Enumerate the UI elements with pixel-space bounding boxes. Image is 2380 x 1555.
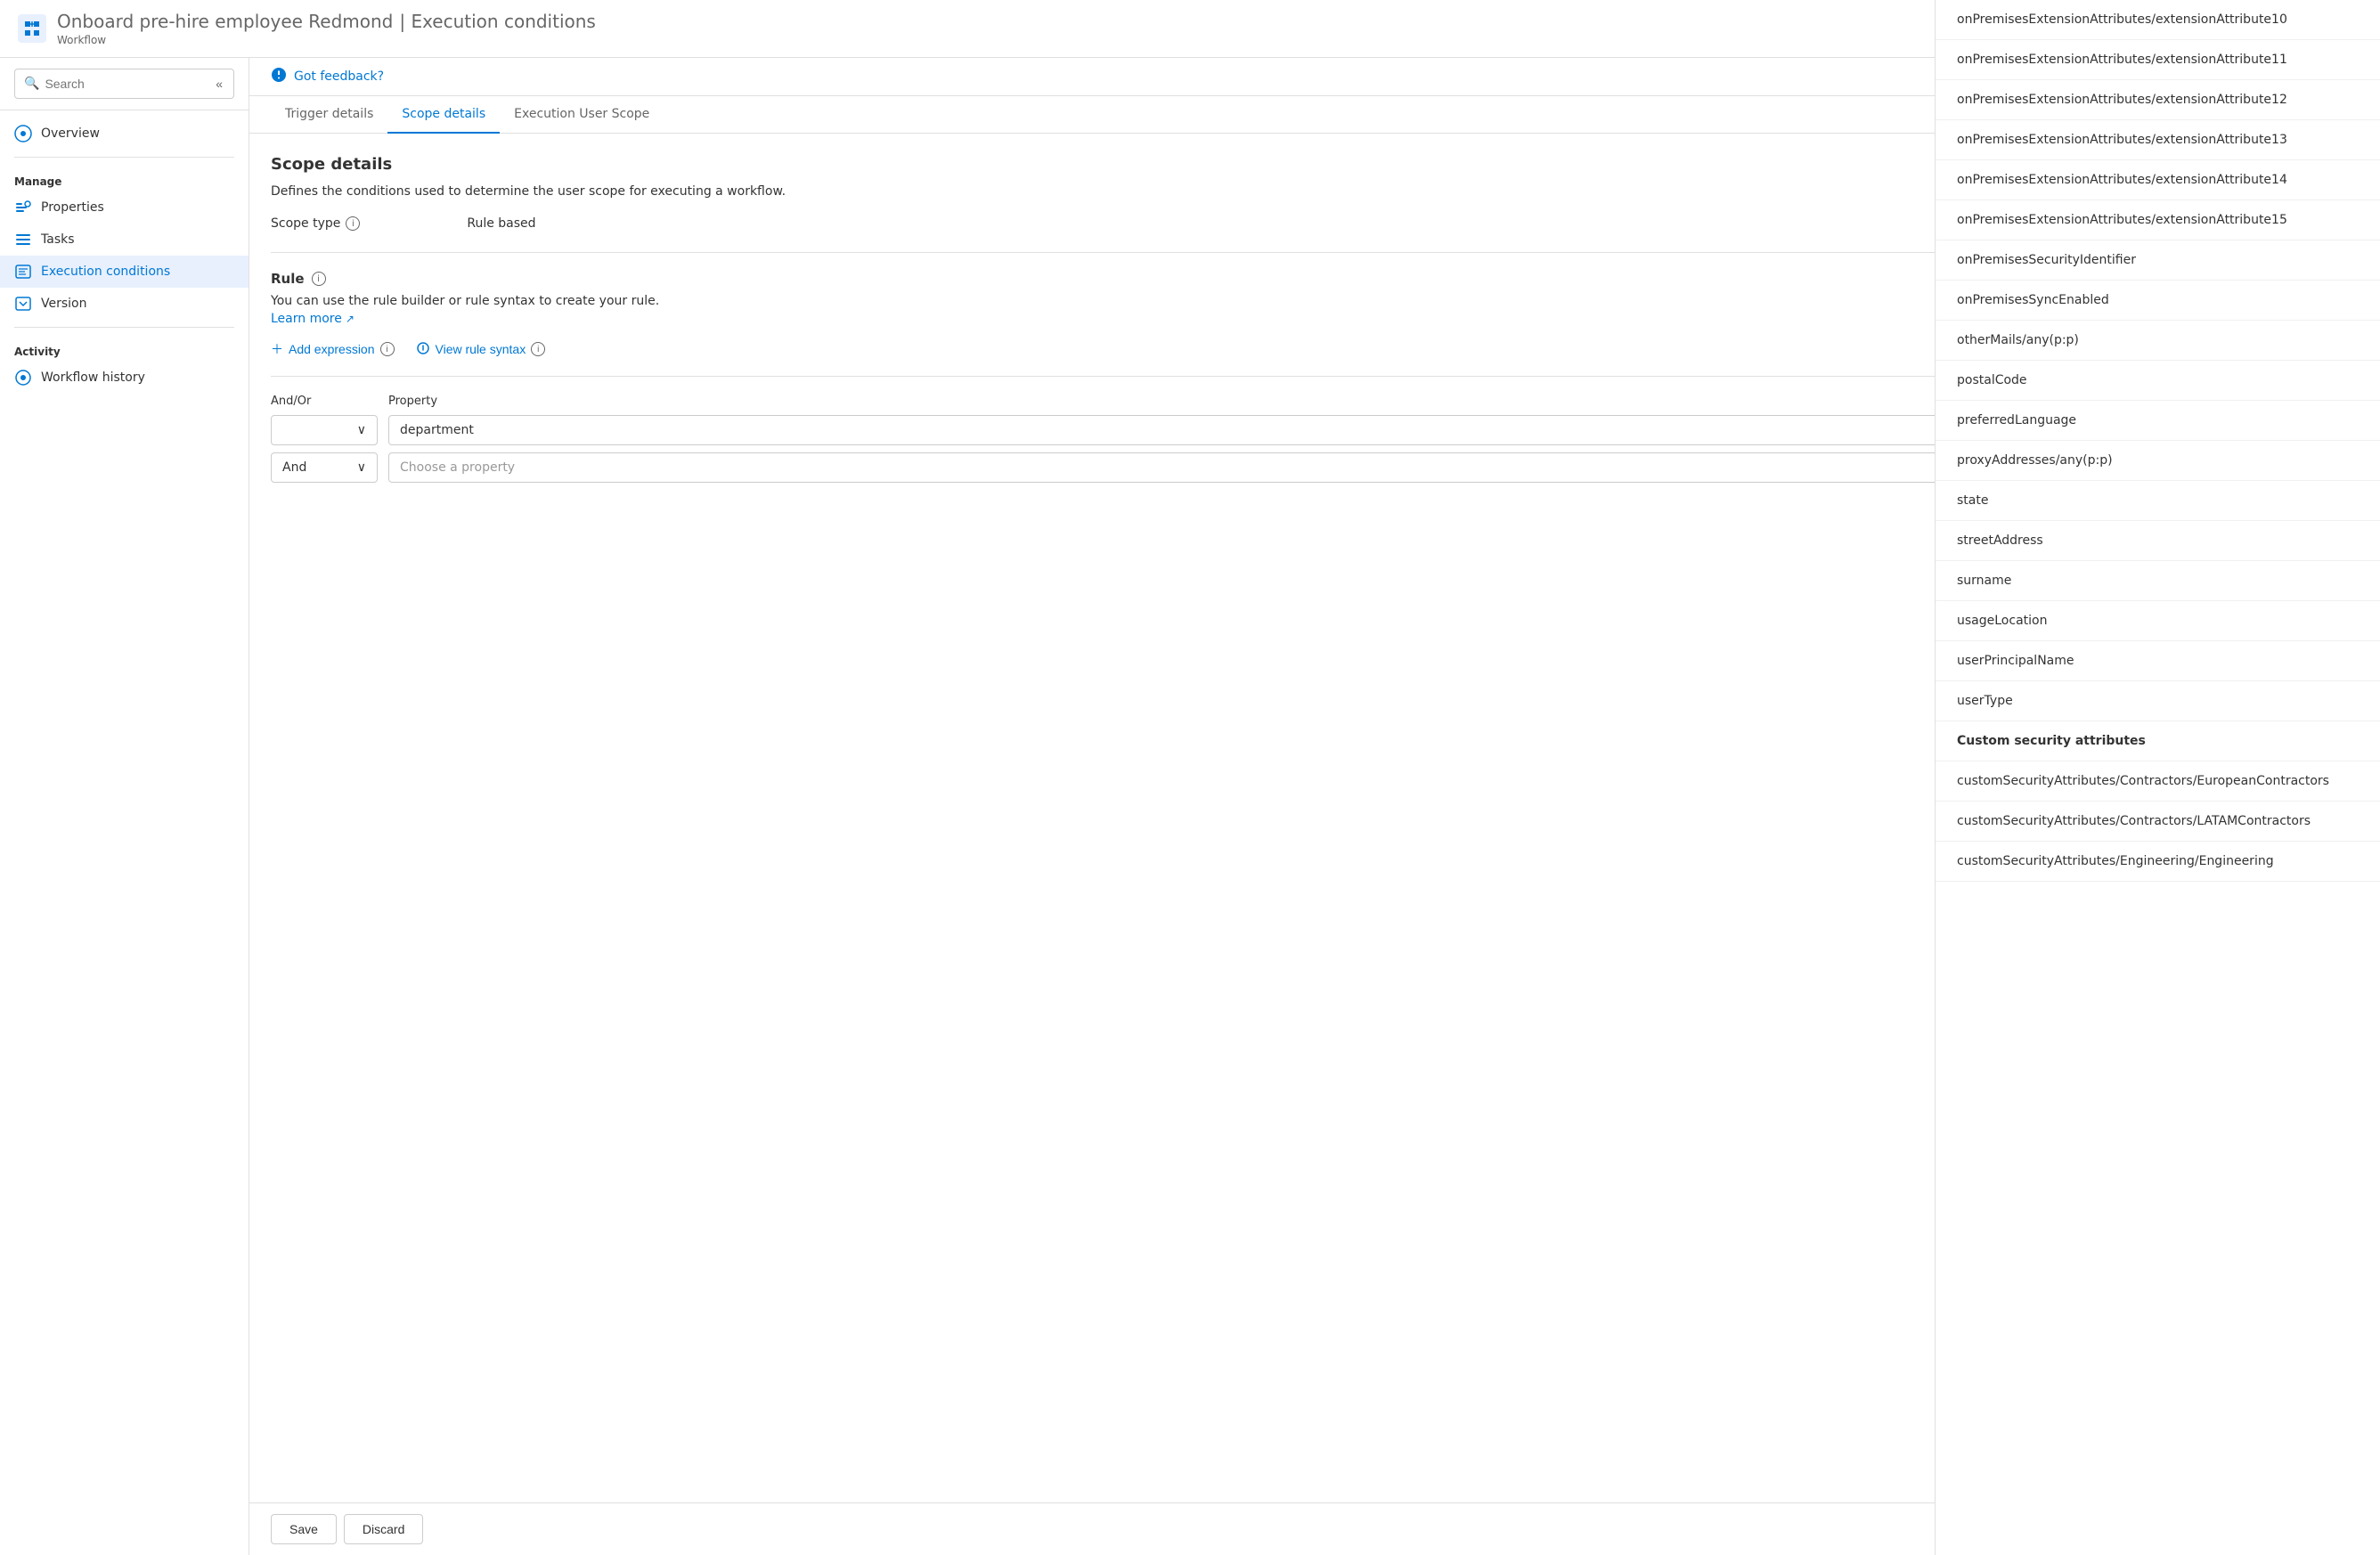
workflow-icon [18,14,46,43]
dropdown-section-header: Custom security attributes [1936,721,2380,761]
dropdown-item[interactable]: customSecurityAttributes/Contractors/Eur… [1936,761,2380,802]
view-syntax-info-icon[interactable]: i [531,342,545,356]
workflow-name: Onboard pre-hire employee Redmond [57,11,393,32]
sidebar-search-area: 🔍 « [0,58,249,110]
dropdown-item[interactable]: onPremisesExtensionAttributes/extensionA… [1936,40,2380,80]
properties-icon [14,199,32,216]
feedback-icon [271,67,287,86]
sidebar-item-version-label: Version [41,297,86,311]
overview-icon [14,125,32,142]
dropdown-item[interactable]: preferredLanguage [1936,401,2380,441]
sidebar-item-tasks-label: Tasks [41,232,75,247]
sidebar-item-properties[interactable]: Properties [0,191,249,224]
page-section: Execution conditions [411,11,595,32]
workflow-history-icon [14,369,32,387]
dropdown-item[interactable]: surname [1936,561,2380,601]
sidebar-item-tasks[interactable]: Tasks [0,224,249,256]
tab-execution-user-scope[interactable]: Execution User Scope [500,96,664,134]
tasks-icon [14,231,32,248]
sidebar-item-workflow-history-label: Workflow history [41,370,145,385]
collapse-sidebar-button[interactable]: « [214,75,224,93]
dropdown-item[interactable]: onPremisesSyncEnabled [1936,281,2380,321]
external-link-icon: ↗ [346,313,355,325]
tab-scope-details[interactable]: Scope details [387,96,500,134]
column-andor-header: And/Or [271,395,378,408]
scope-type-label: Scope type i [271,216,360,231]
search-icon: 🔍 [24,77,39,91]
manage-divider [14,157,234,158]
version-icon [14,295,32,313]
dropdown-item[interactable]: onPremisesSecurity­Identifier [1936,240,2380,281]
andor-dropdown-2-arrow: ∨ [357,460,366,475]
activity-divider [14,327,234,328]
rule-info-icon[interactable]: i [312,272,326,286]
sidebar: 🔍 « Overview Manage [0,58,249,1555]
dropdown-item[interactable]: usageLocation [1936,601,2380,641]
search-input[interactable] [45,77,214,91]
dropdown-item[interactable]: customSecurityAttributes/Engineering/Eng… [1936,842,2380,882]
sidebar-item-overview[interactable]: Overview [0,118,249,150]
learn-more-link[interactable]: Learn more ↗ [271,312,355,326]
dropdown-item[interactable]: state [1936,481,2380,521]
activity-section-label: Activity [0,335,249,362]
execution-conditions-icon [14,263,32,281]
save-button[interactable]: Save [271,1514,337,1544]
add-expression-info-icon[interactable]: i [380,342,395,356]
andor-dropdown-1-arrow: ∨ [357,423,366,437]
dropdown-item[interactable]: onPremisesExtensionAttributes/extensionA… [1936,120,2380,160]
search-box[interactable]: 🔍 « [14,69,234,99]
andor-dropdown-1[interactable]: ∨ [271,415,378,445]
add-expression-button[interactable]: ＋ Add expression i [271,340,395,358]
andor-dropdown-2[interactable]: And ∨ [271,452,378,483]
sidebar-item-properties-label: Properties [41,200,104,215]
dropdown-item[interactable]: proxyAddresses/any(p:p) [1936,441,2380,481]
dropdown-item[interactable]: userType [1936,681,2380,721]
dropdown-item[interactable]: customSecurityAttributes/Contractors/LAT… [1936,802,2380,842]
feedback-text[interactable]: Got feedback? [294,69,384,84]
sidebar-nav: Overview Manage Properties Tasks [0,110,249,1555]
manage-section-label: Manage [0,165,249,191]
dropdown-item[interactable]: userPrincipalName [1936,641,2380,681]
dropdown-item[interactable]: onPremisesExtensionAttributes/extensionA… [1936,200,2380,240]
view-rule-syntax-button[interactable]: View rule syntax i [416,341,546,358]
tab-trigger-details[interactable]: Trigger details [271,96,387,134]
dropdown-item[interactable]: onPremisesExtensionAttributes/extensionA… [1936,0,2380,40]
sidebar-item-overview-label: Overview [41,126,100,141]
dropdown-item[interactable]: postalCode [1936,361,2380,401]
scope-type-value: Rule based [467,216,535,231]
sidebar-item-version[interactable]: Version [0,288,249,320]
sidebar-item-workflow-history[interactable]: Workflow history [0,362,249,394]
dropdown-item[interactable]: otherMails/any(p:p) [1936,321,2380,361]
dropdown-item[interactable]: streetAddress [1936,521,2380,561]
sidebar-item-execution-conditions[interactable]: Execution conditions [0,256,249,288]
rule-title: Rule [271,271,305,287]
property-dropdown-panel: onPremisesExtensionAttributes/extensionA… [1935,0,2380,1555]
scope-type-info-icon[interactable]: i [346,216,360,231]
view-syntax-icon [416,341,430,358]
dropdown-item[interactable]: onPremisesExtensionAttributes/extensionA… [1936,160,2380,200]
discard-button[interactable]: Discard [344,1514,423,1544]
dropdown-item[interactable]: onPremisesExtensionAttributes/extensionA… [1936,80,2380,120]
sidebar-item-execution-conditions-label: Execution conditions [41,265,170,279]
plus-icon: ＋ [271,340,283,358]
